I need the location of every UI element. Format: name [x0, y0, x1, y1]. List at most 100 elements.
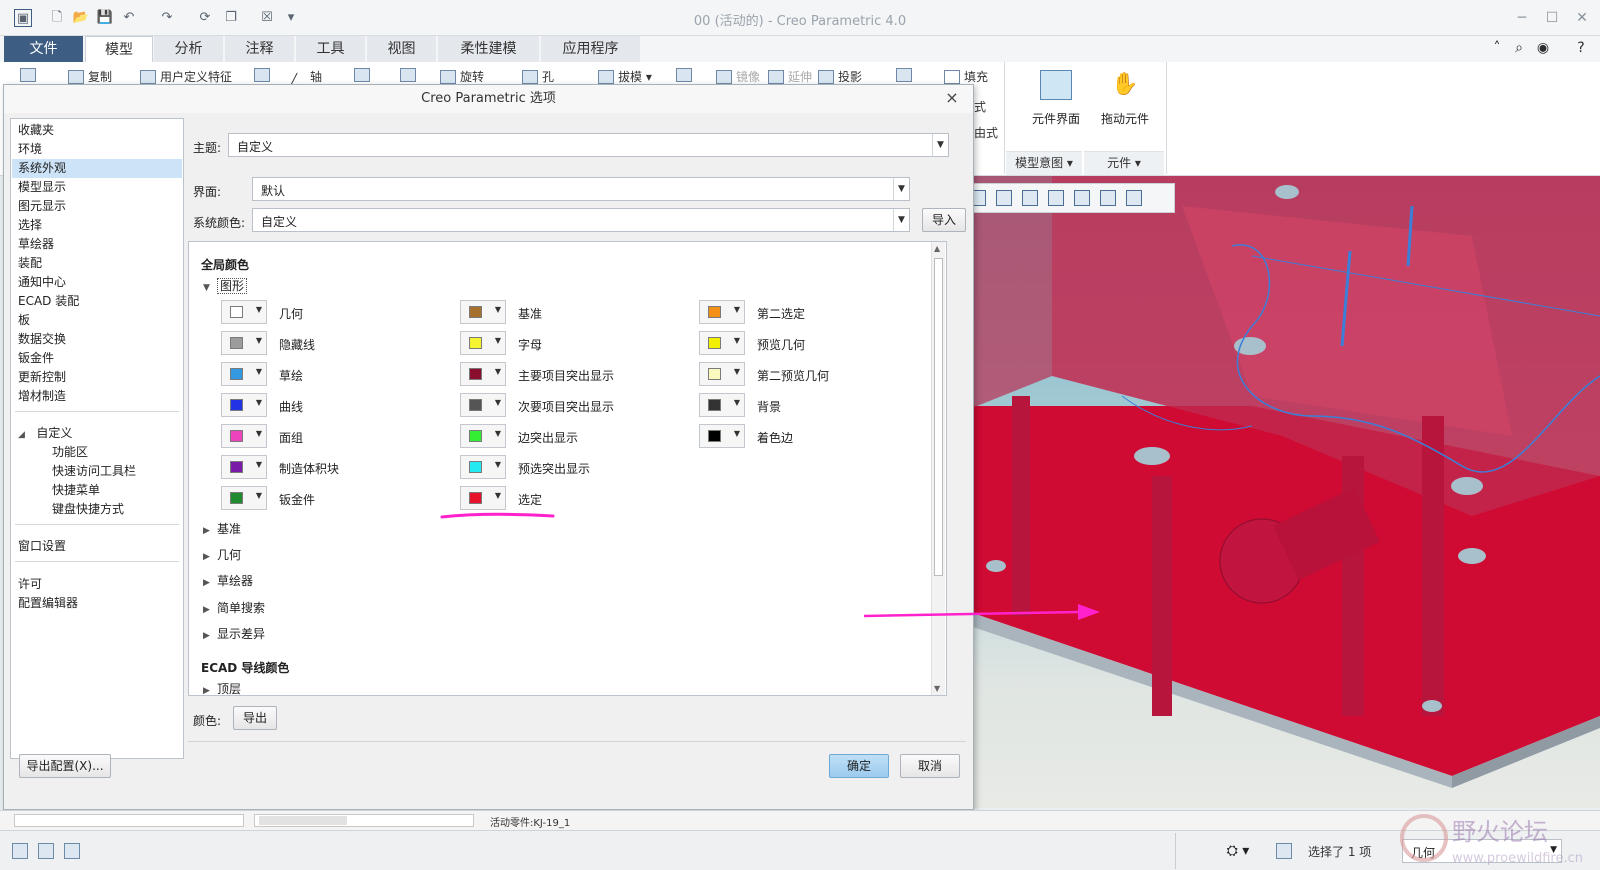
draft-button[interactable]: 拔模 ▾: [598, 68, 652, 85]
color-picker-curve[interactable]: ▼: [221, 393, 267, 417]
interface-select[interactable]: 默认 ▼: [252, 177, 910, 201]
perspective-icon[interactable]: [1048, 190, 1064, 206]
color-picker-selected[interactable]: ▼: [460, 486, 506, 510]
plane-icon[interactable]: [254, 68, 274, 82]
nav-update-control[interactable]: 更新控制: [12, 368, 182, 387]
color-picker-secondary-selected[interactable]: ▼: [699, 300, 745, 324]
export-config-button[interactable]: 导出配置(X)...: [19, 754, 111, 778]
nav-sketcher[interactable]: 草绘器: [12, 235, 182, 254]
color-picker-secondary-highlight[interactable]: ▼: [460, 393, 506, 417]
save-icon[interactable]: 💾: [96, 9, 114, 27]
nav-ecad-assembly[interactable]: ECAD 装配: [12, 292, 182, 311]
nav-config-editor[interactable]: 配置编辑器: [12, 594, 182, 613]
nav-assembly[interactable]: 装配: [12, 254, 182, 273]
project-button[interactable]: 投影: [818, 68, 862, 85]
tab-analysis[interactable]: 分析: [154, 36, 224, 62]
nav-board[interactable]: 板: [12, 311, 182, 330]
scroll-down-icon[interactable]: ▼: [934, 684, 940, 693]
regenerate-icon[interactable]: ⟳: [196, 9, 214, 27]
fill-button[interactable]: 填充: [944, 68, 988, 85]
ok-button[interactable]: 确定: [829, 754, 889, 778]
tab-file[interactable]: 文件: [4, 36, 84, 62]
find-icon[interactable]: ⛭ ▾: [1220, 841, 1256, 861]
color-picker-background[interactable]: ▼: [699, 393, 745, 417]
point-icon[interactable]: [354, 68, 374, 82]
close-icon[interactable]: ✕: [1570, 8, 1594, 28]
group-model-intent[interactable]: 模型意图 ▾: [1006, 151, 1082, 175]
extend-button[interactable]: 延伸: [768, 68, 812, 85]
drag-component-button[interactable]: ✋ 拖动元件: [1090, 68, 1160, 148]
nav-model-display[interactable]: 模型显示: [12, 178, 182, 197]
model-tree-scrollbar[interactable]: [254, 814, 474, 827]
regenerate-ribbon-icon[interactable]: [20, 68, 40, 82]
app-menu-icon[interactable]: ▣: [14, 9, 32, 27]
color-picker-geometry[interactable]: ▼: [221, 300, 267, 324]
group-sketcher[interactable]: ▶ 草绘器: [203, 572, 253, 589]
extrude-icon[interactable]: [400, 68, 420, 82]
nav-additive-manufacturing[interactable]: 增材制造: [12, 387, 182, 406]
tab-annotate[interactable]: 注释: [225, 36, 295, 62]
minimize-icon[interactable]: ─: [1510, 8, 1534, 28]
color-picker-datum[interactable]: ▼: [460, 300, 506, 324]
cancel-button[interactable]: 取消: [900, 754, 960, 778]
help-icon[interactable]: ?: [1572, 40, 1590, 58]
nav-ribbon[interactable]: 功能区: [12, 443, 182, 462]
color-picker-sketch[interactable]: ▼: [221, 362, 267, 386]
system-colors-select[interactable]: 自定义 ▼: [252, 208, 910, 232]
pattern-icon[interactable]: [676, 68, 696, 82]
color-picker-shaded-edge[interactable]: ▼: [699, 424, 745, 448]
group-component[interactable]: 元件 ▾: [1084, 151, 1164, 175]
import-button[interactable]: 导入: [922, 208, 966, 232]
scrollbar-thumb[interactable]: [934, 258, 943, 576]
group-top-layer[interactable]: ▶ 顶层: [203, 680, 241, 695]
windows-icon[interactable]: ❐: [222, 9, 240, 27]
user-defined-feature-button[interactable]: 用户定义特征: [140, 68, 232, 85]
collapse-ribbon-icon[interactable]: ˄: [1488, 40, 1506, 58]
navigator-toggle-icon[interactable]: [12, 843, 28, 859]
theme-select[interactable]: 自定义 ▼: [228, 133, 949, 157]
revolve-button[interactable]: 旋转: [440, 68, 484, 85]
group-simple-search[interactable]: ▶ 简单搜索: [203, 599, 265, 616]
spin-center-icon[interactable]: [1126, 190, 1142, 206]
color-picker-preselection-highlight[interactable]: ▼: [460, 455, 506, 479]
tab-model[interactable]: 模型: [85, 36, 153, 62]
open-folder-icon[interactable]: 📂: [72, 9, 90, 27]
undo-icon[interactable]: ↶: [120, 9, 138, 27]
color-picker-preview-geometry[interactable]: ▼: [699, 331, 745, 355]
component-interface-button[interactable]: 元件界面: [1020, 68, 1092, 148]
group-display-differences[interactable]: ▶ 显示差异: [203, 625, 265, 642]
scroll-up-icon[interactable]: ▲: [934, 244, 940, 253]
maximize-icon[interactable]: ☐: [1540, 8, 1564, 28]
nav-shortcut-menus[interactable]: 快捷菜单: [12, 481, 182, 500]
nav-notification-center[interactable]: 通知中心: [12, 273, 182, 292]
view-manager-icon[interactable]: [1022, 190, 1038, 206]
export-button[interactable]: 导出: [233, 706, 277, 730]
redo-icon[interactable]: ↷: [158, 9, 176, 27]
copy-button[interactable]: 复制: [68, 68, 112, 85]
selection-filter-icon[interactable]: [1276, 843, 1292, 859]
color-picker-quilt[interactable]: ▼: [221, 424, 267, 448]
community-icon[interactable]: ◉: [1534, 40, 1552, 58]
nav-customize[interactable]: ◢ 自定义: [12, 424, 182, 443]
tab-flexible-modeling[interactable]: 柔性建模: [438, 36, 540, 62]
nav-sheetmetal[interactable]: 钣金件: [12, 349, 182, 368]
nav-quick-access-toolbar[interactable]: 快速访问工具栏: [12, 462, 182, 481]
dialog-close-icon[interactable]: ×: [943, 89, 961, 107]
mirror-button[interactable]: 镜像: [716, 68, 760, 85]
color-picker-letter[interactable]: ▼: [460, 331, 506, 355]
close-window-icon[interactable]: ☒: [258, 9, 276, 27]
nav-entity-display[interactable]: 图元显示: [12, 197, 182, 216]
color-picker-edge-highlight[interactable]: ▼: [460, 424, 506, 448]
nav-keyboard-shortcuts[interactable]: 键盘快捷方式: [12, 500, 182, 519]
new-file-icon[interactable]: 🗋: [48, 9, 66, 27]
color-picker-primary-highlight[interactable]: ▼: [460, 362, 506, 386]
color-picker-sheetmetal[interactable]: ▼: [221, 486, 267, 510]
color-picker-secondary-preview[interactable]: ▼: [699, 362, 745, 386]
hole-button[interactable]: 孔: [522, 68, 554, 85]
tab-view[interactable]: 视图: [367, 36, 437, 62]
color-picker-hidden-line[interactable]: ▼: [221, 331, 267, 355]
nav-data-exchange[interactable]: 数据交换: [12, 330, 182, 349]
customize-toolbar-icon[interactable]: ▾: [282, 9, 300, 27]
shaded-icon[interactable]: [996, 190, 1012, 206]
nav-window-settings[interactable]: 窗口设置: [12, 537, 182, 556]
